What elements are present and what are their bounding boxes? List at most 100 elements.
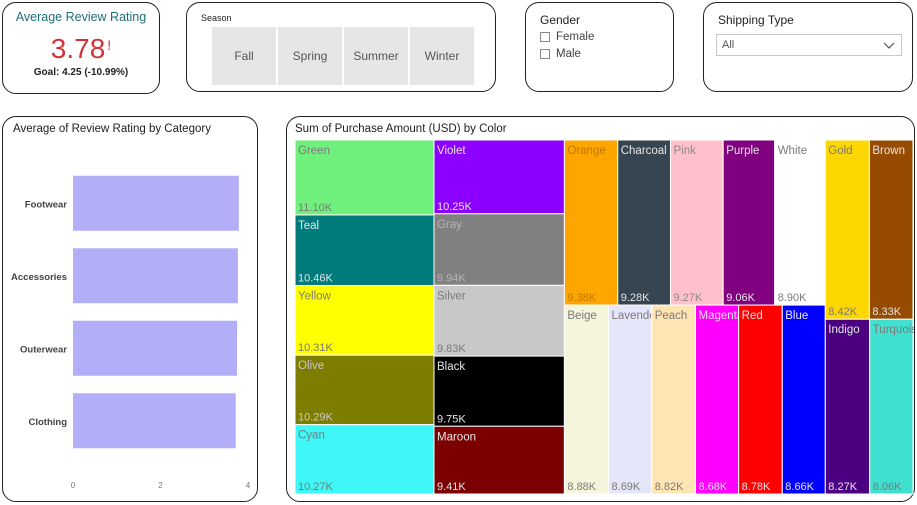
season-slicer-title: Season bbox=[201, 13, 232, 23]
bar-footwear[interactable] bbox=[73, 175, 239, 231]
treemap-tile-blue[interactable] bbox=[781, 304, 826, 495]
tile-name-label: Pink bbox=[673, 145, 696, 157]
review-rating-by-category-chart: Average of Review Rating by Category Foo… bbox=[2, 116, 258, 502]
treemap-tile-beige[interactable] bbox=[563, 304, 610, 495]
treemap-tile-brown[interactable] bbox=[868, 139, 914, 320]
tile-value-label: 8.66K bbox=[785, 481, 814, 493]
tile-value-label: 9.38K bbox=[567, 292, 596, 304]
treemap-tile-pink[interactable] bbox=[669, 139, 724, 306]
tile-value-label: 10.27K bbox=[298, 481, 334, 493]
tile-value-label: 8.42K bbox=[828, 306, 857, 318]
kpi-card[interactable]: Average Review Rating 3.78! Goal: 4.25 (… bbox=[2, 2, 160, 94]
treemap-svg: Green 11.10K Teal 10.46K Yellow 10.31K Olive 10… bbox=[294, 139, 914, 495]
tile-value-label: 9.41K bbox=[437, 481, 466, 493]
tile-value-label: 8.68K bbox=[699, 481, 728, 493]
tile-name-label: Green bbox=[298, 145, 330, 157]
treemap-tile-lavender[interactable] bbox=[608, 304, 653, 495]
treemap-tile-peach[interactable] bbox=[651, 304, 697, 495]
treemap-tile-gold[interactable] bbox=[824, 139, 870, 320]
tile-name-label: Teal bbox=[298, 220, 319, 232]
tile-value-label: 10.25K bbox=[437, 201, 473, 213]
shipping-type-slicer: Shipping Type All bbox=[703, 2, 913, 92]
gender-option-label: Male bbox=[556, 48, 581, 60]
gender-slicer: Gender Female Male bbox=[525, 2, 674, 92]
gender-option-female[interactable]: Female bbox=[540, 31, 594, 43]
kpi-value-number: 3.78 bbox=[50, 33, 106, 64]
treemap-tile-purple[interactable] bbox=[722, 139, 776, 306]
x-tick-label: 0 bbox=[71, 481, 76, 490]
tile-name-label: Maroon bbox=[437, 431, 476, 443]
category-label: Footwear bbox=[25, 199, 68, 210]
shipping-type-dropdown[interactable]: All bbox=[716, 34, 902, 56]
tile-name-label: Yellow bbox=[298, 291, 332, 303]
tile-value-label: 9.83K bbox=[437, 343, 466, 355]
tile-name-label: Beige bbox=[567, 310, 596, 322]
tile-value-label: 9.06K bbox=[726, 292, 755, 304]
kpi-title: Average Review Rating bbox=[15, 10, 147, 24]
treemap-tile-white[interactable] bbox=[774, 139, 826, 306]
tile-value-label: 10.29K bbox=[298, 412, 334, 424]
chevron-down-icon bbox=[883, 42, 895, 49]
season-button-spring[interactable]: Spring bbox=[278, 27, 342, 85]
treemap-tile-charcoal[interactable] bbox=[617, 139, 671, 306]
tile-name-label: Blue bbox=[785, 310, 808, 322]
gender-slicer-title: Gender bbox=[540, 13, 581, 27]
tile-name-label: Orange bbox=[567, 145, 605, 157]
tile-name-label: Charcoal bbox=[621, 145, 667, 157]
tile-value-label: 8.69K bbox=[612, 481, 641, 493]
tile-value-label: 8.88K bbox=[567, 481, 596, 493]
season-slicer: Season Fall Spring Summer Winter bbox=[186, 2, 496, 92]
checkbox-icon[interactable] bbox=[540, 49, 550, 59]
tile-value-label: 10.31K bbox=[298, 342, 334, 354]
category-label: Accessories bbox=[11, 272, 67, 283]
tile-name-label: Red bbox=[742, 310, 763, 322]
tile-value-label: 8.27K bbox=[828, 481, 857, 493]
bar-clothing[interactable] bbox=[73, 393, 236, 449]
treemap-tile-magenta[interactable] bbox=[695, 304, 740, 495]
tile-name-label: Turquoise bbox=[873, 324, 914, 336]
tile-name-label: Gold bbox=[828, 145, 852, 157]
tile-name-label: Violet bbox=[437, 145, 466, 157]
kpi-goal: Goal: 4.25 (-10.99%) bbox=[33, 67, 129, 78]
tile-name-label: Black bbox=[437, 361, 465, 373]
tile-value-label: 8.82K bbox=[655, 481, 684, 493]
tile-name-label: Indigo bbox=[828, 324, 859, 336]
tile-value-label: 8.90K bbox=[778, 292, 807, 304]
tile-name-label: White bbox=[778, 145, 807, 157]
tile-value-label: 10.46K bbox=[298, 273, 334, 285]
bar-accessories[interactable] bbox=[73, 248, 238, 304]
tile-value-label: 8.78K bbox=[742, 481, 771, 493]
tile-name-label: Cyan bbox=[298, 430, 325, 442]
purchase-amount-by-color-treemap: Sum of Purchase Amount (USD) by Color Gr… bbox=[286, 116, 915, 502]
alert-icon: ! bbox=[107, 37, 112, 53]
season-button-fall[interactable]: Fall bbox=[212, 27, 276, 85]
shipping-type-selected: All bbox=[722, 39, 735, 51]
shipping-type-title: Shipping Type bbox=[718, 13, 794, 27]
gender-option-male[interactable]: Male bbox=[540, 48, 581, 60]
tile-value-label: 9.27K bbox=[673, 292, 702, 304]
x-tick-label: 2 bbox=[158, 481, 163, 490]
tile-value-label: 9.28K bbox=[621, 292, 650, 304]
tile-name-label: Silver bbox=[437, 290, 466, 302]
tile-value-label: 8.06K bbox=[873, 481, 902, 493]
category-label: Outerwear bbox=[20, 344, 67, 355]
season-button-winter[interactable]: Winter bbox=[410, 27, 474, 85]
bar-outerwear[interactable] bbox=[73, 320, 238, 376]
tile-value-label: 8.33K bbox=[872, 306, 901, 318]
checkbox-icon[interactable] bbox=[540, 32, 550, 42]
tile-value-label: 9.94K bbox=[437, 272, 466, 284]
tile-name-label: Brown bbox=[872, 145, 905, 157]
kpi-value: 3.78! bbox=[3, 33, 159, 65]
tile-name-label: Olive bbox=[298, 360, 324, 372]
x-tick-label: 4 bbox=[246, 481, 251, 490]
treemap-tile-turquoise[interactable] bbox=[869, 318, 914, 495]
treemap-tile-red[interactable] bbox=[738, 304, 783, 495]
season-button-summer[interactable]: Summer bbox=[344, 27, 408, 85]
tile-name-label: Peach bbox=[655, 310, 688, 322]
bar-chart-svg: Footwear Accessories Outerwear Clothing 0 2 4 bbox=[11, 175, 251, 490]
gender-option-label: Female bbox=[556, 31, 595, 43]
tile-name-label: Purple bbox=[726, 145, 759, 157]
treemap-tile-indigo[interactable] bbox=[824, 318, 871, 495]
treemap-tile-orange[interactable] bbox=[563, 139, 619, 306]
tile-name-label: Magenta bbox=[699, 310, 744, 322]
